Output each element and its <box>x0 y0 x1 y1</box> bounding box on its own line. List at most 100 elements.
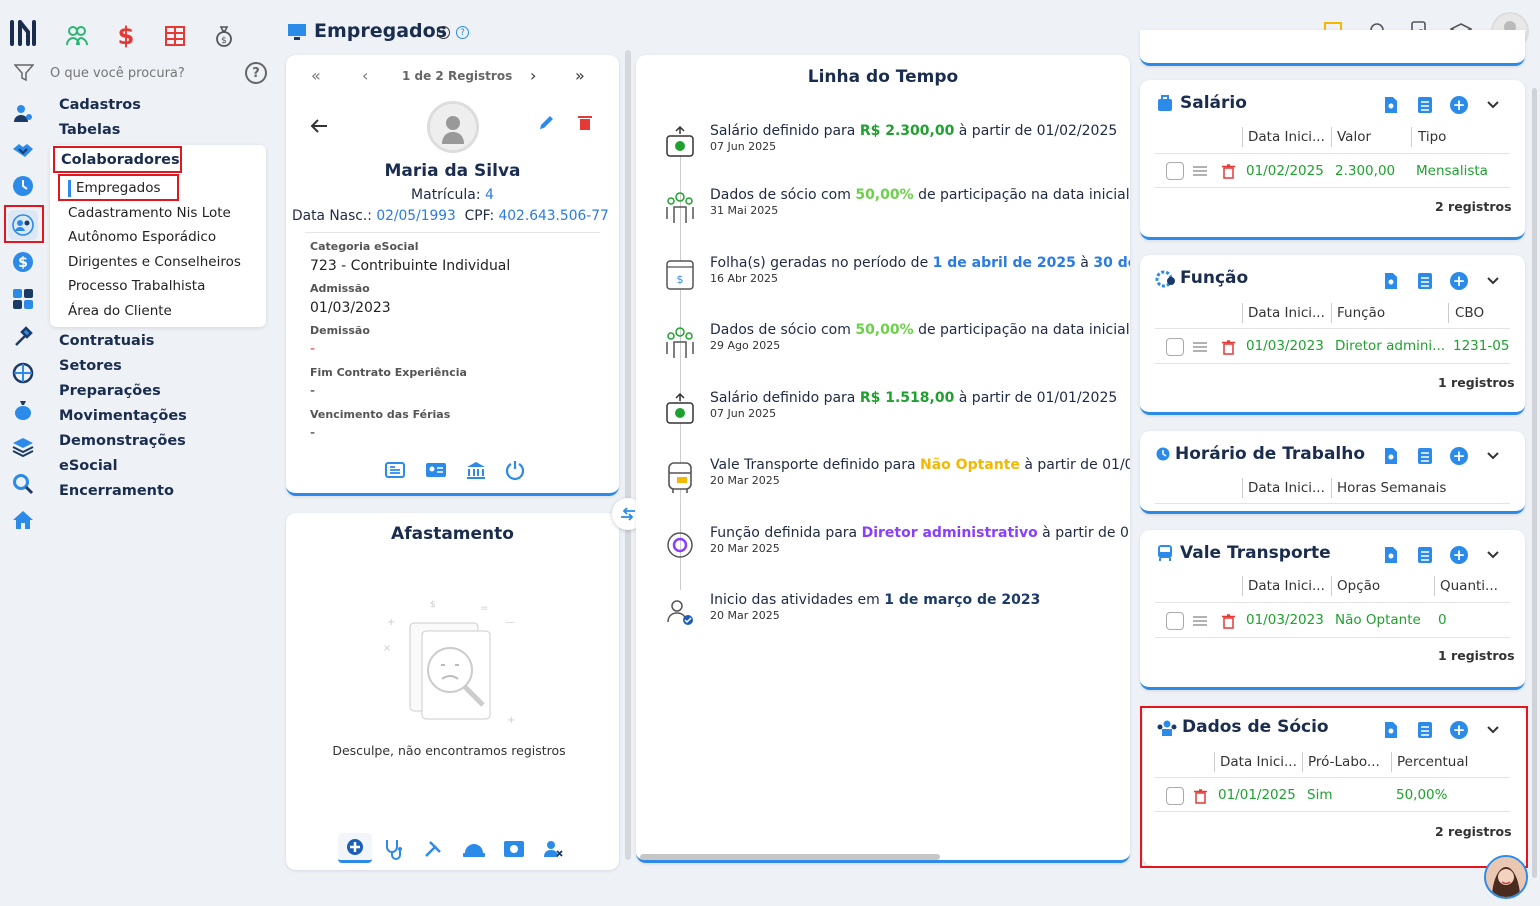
timeline-text: Salário definido para R$ 1.518,00 à part… <box>710 390 1118 406</box>
splitter-bar[interactable] <box>625 50 631 860</box>
chevron-down-icon[interactable] <box>1484 546 1502 564</box>
trash-icon[interactable] <box>576 113 594 133</box>
doc-list-icon[interactable] <box>1416 95 1434 115</box>
right-scrollbar[interactable] <box>1532 88 1537 878</box>
add-circle-icon[interactable]: + <box>1450 96 1468 114</box>
bank-icon[interactable] <box>465 459 487 481</box>
user-x-icon[interactable] <box>542 838 564 860</box>
info-icon[interactable]: i <box>437 26 450 39</box>
finance-module-icon[interactable]: $ <box>113 22 139 50</box>
submenu-cadastramento-nis[interactable]: Cadastramento Nis Lote <box>68 205 231 221</box>
users-module-icon[interactable] <box>63 22 91 50</box>
row-checkbox[interactable] <box>1166 612 1184 630</box>
submenu-area-cliente[interactable]: Área do Cliente <box>68 303 172 319</box>
doc-list-icon[interactable] <box>1416 545 1434 565</box>
menu-demonstracoes[interactable]: Demonstrações <box>59 433 186 449</box>
calculator-icon[interactable] <box>10 286 36 312</box>
row-checkbox[interactable] <box>1166 162 1184 180</box>
doc-search-icon[interactable] <box>1382 545 1400 565</box>
app-logo[interactable] <box>8 18 40 48</box>
stethoscope-icon[interactable] <box>383 837 405 861</box>
medical-plus-icon[interactable] <box>338 833 372 863</box>
drag-handle-icon[interactable] <box>1192 340 1208 354</box>
afastamento-empty-text: Desculpe, não encontramos registros <box>332 743 566 758</box>
doc-search-icon[interactable] <box>1382 446 1400 466</box>
menu-movimentacoes[interactable]: Movimentações <box>59 408 187 424</box>
help-icon[interactable]: ? <box>245 62 267 84</box>
col-header: Quanti... <box>1440 578 1498 594</box>
row-trash-icon[interactable] <box>1220 338 1236 356</box>
row-trash-icon[interactable] <box>1192 787 1208 805</box>
menu-setores[interactable]: Setores <box>59 358 122 374</box>
nasc-label: Data Nasc.: <box>292 208 372 224</box>
newspaper-icon[interactable] <box>384 459 406 481</box>
column-separator <box>1434 576 1435 596</box>
money-bill-icon[interactable] <box>502 838 526 860</box>
menu-preparacoes[interactable]: Preparações <box>59 383 161 399</box>
filter-icon[interactable] <box>12 62 36 84</box>
highlight-box-colaboradores <box>53 146 182 173</box>
add-circle-icon[interactable]: + <box>1450 447 1468 465</box>
chevron-down-icon[interactable] <box>1484 721 1502 739</box>
moneybag-module-icon[interactable]: $ <box>211 22 237 50</box>
submenu-dirigentes[interactable]: Dirigentes e Conselheiros <box>68 254 241 270</box>
add-circle-icon[interactable]: + <box>1450 272 1468 290</box>
timeline-hscrollbar[interactable] <box>640 854 940 860</box>
hardhat-icon[interactable] <box>461 838 487 860</box>
cell: 1231-05 <box>1453 338 1510 354</box>
add-circle-icon[interactable]: + <box>1450 546 1468 564</box>
tools-icon[interactable] <box>10 323 36 349</box>
money-bag-icon[interactable] <box>10 397 36 423</box>
doc-list-icon[interactable] <box>1416 720 1434 740</box>
search-icon[interactable] <box>10 471 36 497</box>
layers-icon[interactable] <box>10 434 36 460</box>
menu-encerramento[interactable]: Encerramento <box>59 483 174 499</box>
edit-icon[interactable] <box>536 113 556 133</box>
doc-search-icon[interactable] <box>1382 271 1400 291</box>
support-chat-avatar[interactable] <box>1484 855 1528 899</box>
dollar-icon[interactable]: $ <box>10 249 36 275</box>
first-page-button[interactable]: « <box>311 66 321 85</box>
spreadsheet-module-icon[interactable] <box>161 22 189 50</box>
chevron-down-icon[interactable] <box>1484 447 1502 465</box>
chevron-down-icon[interactable] <box>1484 96 1502 114</box>
doc-list-icon[interactable] <box>1416 446 1434 466</box>
search-input[interactable] <box>50 62 240 84</box>
submenu-processo[interactable]: Processo Trabalhista <box>68 278 205 294</box>
timeline-text: Função definida para Diretor administrat… <box>710 525 1130 541</box>
power-icon[interactable] <box>504 459 526 481</box>
last-page-button[interactable]: » <box>575 66 585 85</box>
doc-search-icon[interactable] <box>1382 95 1400 115</box>
chevron-down-icon[interactable] <box>1484 272 1502 290</box>
cpf-label: CPF: <box>464 208 495 224</box>
menu-contratuais[interactable]: Contratuais <box>59 333 154 349</box>
people-icon[interactable] <box>10 100 36 126</box>
globe-icon[interactable] <box>10 360 36 386</box>
help-circle-icon[interactable]: ? <box>456 26 469 39</box>
cat-label: Categoria eSocial <box>310 240 419 253</box>
tools-cross-icon[interactable] <box>422 838 444 860</box>
home-icon[interactable] <box>10 507 36 533</box>
handshake-icon[interactable] <box>10 137 36 163</box>
row-checkbox[interactable] <box>1166 338 1184 356</box>
back-arrow-icon[interactable] <box>308 115 330 137</box>
drag-handle-icon[interactable] <box>1192 164 1208 178</box>
menu-cadastros[interactable]: Cadastros <box>59 97 141 113</box>
menu-tabelas[interactable]: Tabelas <box>59 122 120 138</box>
id-card-icon[interactable] <box>424 459 448 481</box>
row-trash-icon[interactable] <box>1220 162 1236 180</box>
doc-list-icon[interactable] <box>1416 271 1434 291</box>
cell: 01/01/2025 <box>1218 787 1296 803</box>
row-trash-icon[interactable] <box>1220 612 1236 630</box>
column-separator <box>1331 478 1332 498</box>
drag-handle-icon[interactable] <box>1192 614 1208 628</box>
menu-esocial[interactable]: eSocial <box>59 458 118 474</box>
cell: 01/03/2023 <box>1246 338 1324 354</box>
clock-icon[interactable] <box>10 173 36 199</box>
submenu-autonomo[interactable]: Autônomo Esporádico <box>68 229 216 245</box>
add-circle-icon[interactable]: + <box>1450 721 1468 739</box>
next-page-button[interactable]: › <box>530 66 536 85</box>
prev-page-button[interactable]: ‹ <box>362 66 368 85</box>
doc-search-icon[interactable] <box>1382 720 1400 740</box>
row-checkbox[interactable] <box>1166 787 1184 805</box>
